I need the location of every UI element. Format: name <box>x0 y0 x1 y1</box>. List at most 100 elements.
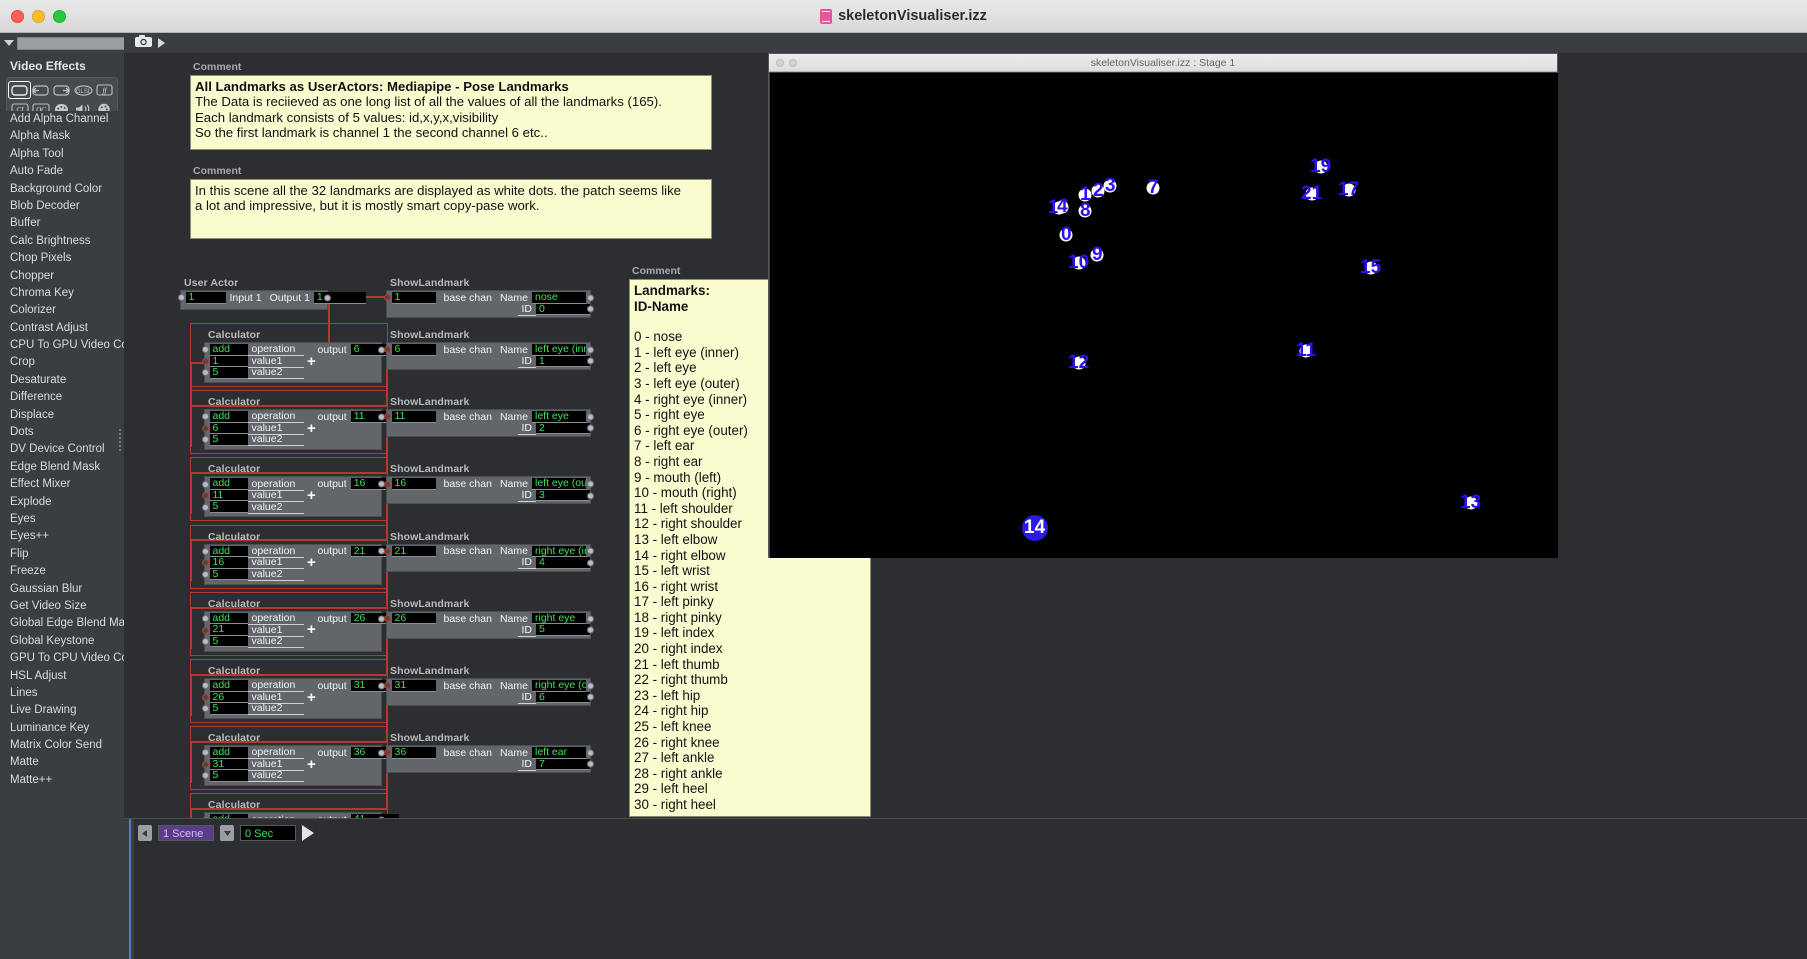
node-showlandmark-1[interactable]: ShowLandmark6base chanNameleft eye (inne… <box>383 329 594 370</box>
value2-port[interactable] <box>201 570 209 578</box>
value1-port[interactable] <box>201 626 209 634</box>
name-port[interactable] <box>587 749 594 757</box>
base-chan-port[interactable] <box>383 547 391 555</box>
node-body[interactable]: add operation output 16 11 value1 +5 value2 <box>201 476 399 518</box>
sl-name[interactable]: right eye <box>531 612 586 625</box>
id-port[interactable] <box>587 693 594 701</box>
node-body[interactable]: add operation output 11 6 value1 +5 value2 <box>201 409 399 451</box>
sidebar-item-alpha-tool[interactable]: Alpha Tool <box>0 146 124 163</box>
time-prev-button[interactable] <box>220 825 234 841</box>
node-body[interactable]: 16base chanNameleft eye (outer)ID3 <box>383 476 594 505</box>
panel-resize-grip[interactable] <box>116 420 124 460</box>
node-calculator-6[interactable]: Calculator add operation output 36 31 value1 +5… <box>201 732 399 787</box>
node-body[interactable]: add operation output 31 26 value1 +5 value2 <box>201 678 399 719</box>
output-port[interactable] <box>324 294 331 302</box>
sidebar-item-explode[interactable]: Explode <box>0 494 124 511</box>
sidebar-item-background-color[interactable]: Background Color <box>0 181 124 198</box>
patch-wire[interactable] <box>190 606 192 649</box>
sl-id[interactable]: 0 <box>536 303 590 315</box>
name-port[interactable] <box>587 480 594 488</box>
sidebar-item-gaussian-blur[interactable]: Gaussian Blur <box>0 581 124 598</box>
id-port[interactable] <box>587 424 594 432</box>
operation-port[interactable] <box>201 346 209 354</box>
user-actor-out-value[interactable]: 1 <box>313 292 366 304</box>
sidebar-item-cpu-to-gpu-video-cor[interactable]: CPU To GPU Video Cor <box>0 337 124 354</box>
operation-port[interactable] <box>201 480 209 488</box>
sidebar-item-chopper[interactable]: Chopper <box>0 268 124 285</box>
sl-id[interactable]: 5 <box>536 624 590 636</box>
value1-port[interactable] <box>201 492 209 500</box>
node-body[interactable]: 26 base chan Name right eye ID 5 <box>383 610 594 639</box>
sl-name[interactable]: nose <box>531 292 586 304</box>
value1-port[interactable] <box>201 559 209 567</box>
sidebar-item-gpu-to-cpu-video-cor[interactable]: GPU To CPU Video Cor <box>0 650 124 667</box>
node-body[interactable]: add operation output 36 31 value1 +5 value2 <box>201 745 399 787</box>
base-chan-port[interactable] <box>383 294 391 302</box>
value1-port[interactable] <box>201 357 209 365</box>
ff-icon[interactable]: ff <box>94 82 115 98</box>
patch-wire[interactable] <box>190 362 192 410</box>
sl-name[interactable]: left eye (outer) <box>531 478 586 490</box>
camera-icon[interactable] <box>134 34 153 53</box>
sl-name[interactable]: left ear <box>531 747 586 759</box>
sidebar-item-auto-fade[interactable]: Auto Fade <box>0 163 124 180</box>
chevron-down-icon[interactable] <box>4 40 14 46</box>
calc-value1[interactable]: 31 <box>209 758 248 771</box>
sl-base-chan[interactable]: 21 <box>391 545 436 558</box>
calc-operation[interactable]: add <box>209 612 248 625</box>
calc-value1[interactable]: 11 <box>209 489 248 502</box>
sidebar-item-crop[interactable]: Crop <box>0 354 124 371</box>
sl-id[interactable]: 3 <box>536 489 590 502</box>
node-showlandmark-5[interactable]: ShowLandmark 26 base chan Name right eye ID 5 <box>383 598 594 639</box>
operation-port[interactable] <box>201 749 209 757</box>
node-showlandmark-0[interactable]: ShowLandmark 1 base chan Name nose ID 0 <box>383 277 594 318</box>
sidebar-item-matrix-color-send[interactable]: Matrix Color Send <box>0 737 124 754</box>
sidebar-item-matte[interactable]: Matte++ <box>0 772 124 789</box>
sidebar-item-dv-device-control[interactable]: DV Device Control <box>0 441 124 458</box>
id-port[interactable] <box>587 760 594 768</box>
base-chan-port[interactable] <box>383 682 391 690</box>
node-calculator-0[interactable]: Calculator add operation output 6 1 value1 +5 va… <box>201 329 399 383</box>
sl-name[interactable]: right eye (inner) <box>531 545 586 558</box>
glsl-icon[interactable]: GLSL <box>73 82 94 98</box>
calc-value1[interactable]: 6 <box>209 422 248 435</box>
base-chan-port[interactable] <box>383 615 391 623</box>
sl-name[interactable]: left eye <box>531 411 586 423</box>
node-showlandmark-4[interactable]: ShowLandmark21base chanNameright eye (in… <box>383 531 594 572</box>
sidebar-item-effect-mixer[interactable]: Effect Mixer <box>0 476 124 493</box>
sidebar-item-add-alpha-channel[interactable]: Add Alpha Channel <box>0 111 124 128</box>
operation-port[interactable] <box>201 682 209 690</box>
calc-value1[interactable]: 16 <box>209 557 248 569</box>
sl-base-chan[interactable]: 6 <box>391 344 436 356</box>
sidebar-item-dots[interactable]: Dots <box>0 424 124 441</box>
comment-second[interactable]: Comment In this scene all the 32 landmar… <box>190 165 712 239</box>
sl-base-chan[interactable]: 11 <box>391 411 436 423</box>
sidebar-item-difference[interactable]: Difference <box>0 389 124 406</box>
node-showlandmark-2[interactable]: ShowLandmark 11 base chan Name left eye ID 2 <box>383 396 594 438</box>
scene-chip[interactable]: 1 Scene <box>158 825 214 841</box>
sidebar-item-hsl-adjust[interactable]: HSL Adjust <box>0 668 124 685</box>
node-body[interactable]: add operation output 21 16 value1 +5 value2 <box>201 543 399 585</box>
stage-canvas[interactable]: 1541238701917211091512111314182216 <box>770 73 1558 558</box>
calc-operation[interactable]: add <box>209 344 248 356</box>
sidebar-item-chroma-key[interactable]: Chroma Key <box>0 285 124 302</box>
patch-wire[interactable] <box>190 405 192 447</box>
sidebar-item-desaturate[interactable]: Desaturate <box>0 372 124 389</box>
value1-port[interactable] <box>201 693 209 701</box>
id-port[interactable] <box>587 626 594 634</box>
sl-id[interactable]: 2 <box>536 422 590 435</box>
sidebar-item-buffer[interactable]: Buffer <box>0 215 124 232</box>
patch-wire[interactable] <box>190 741 192 783</box>
sl-id[interactable]: 6 <box>536 691 590 703</box>
node-body[interactable]: add operation output 26 21 value1 +5 value2 <box>201 610 399 652</box>
value2-port[interactable] <box>201 705 209 713</box>
sidebar-item-chop-pixels[interactable]: Chop Pixels <box>0 250 124 267</box>
calc-value1[interactable]: 21 <box>209 624 248 636</box>
node-calculator-5[interactable]: Calculator add operation output 31 26 value1 +5… <box>201 665 399 719</box>
comment-top[interactable]: Comment All Landmarks as UserActors: Med… <box>190 61 712 150</box>
sl-name[interactable]: left eye (inner) <box>531 344 586 356</box>
effects-list[interactable]: Add Alpha Channel Alpha Mask Alpha Tool Aut… <box>0 111 124 959</box>
sl-base-chan[interactable]: 1 <box>391 292 436 304</box>
node-showlandmark-7[interactable]: ShowLandmark 36 base chan Name left ear ID 7 <box>383 732 594 774</box>
sidebar-item-luminance-key[interactable]: Luminance Key <box>0 720 124 737</box>
